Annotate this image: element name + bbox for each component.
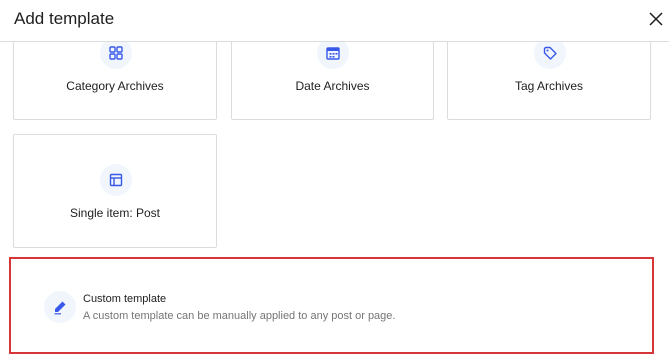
template-card-single-item-post[interactable]: Single item: Post: [13, 134, 217, 248]
post-layout-icon: [100, 164, 132, 196]
template-card-label: Single item: Post: [69, 206, 161, 220]
template-card-label: Tag Archives: [514, 79, 584, 93]
pencil-icon: [44, 291, 76, 323]
custom-template-option[interactable]: Custom template A custom template can be…: [9, 257, 654, 354]
dialog-header: Add template: [0, 0, 669, 42]
custom-template-description: A custom template can be manually applie…: [83, 310, 396, 322]
template-card-label: Date Archives: [295, 79, 370, 93]
dialog-title: Add template: [14, 9, 115, 28]
template-card-label: Category Archives: [66, 79, 164, 93]
custom-template-title: Custom template: [83, 293, 167, 305]
add-template-dialog: Category Archives Date Archives Tag Arch…: [0, 0, 669, 363]
close-icon[interactable]: [647, 10, 665, 28]
